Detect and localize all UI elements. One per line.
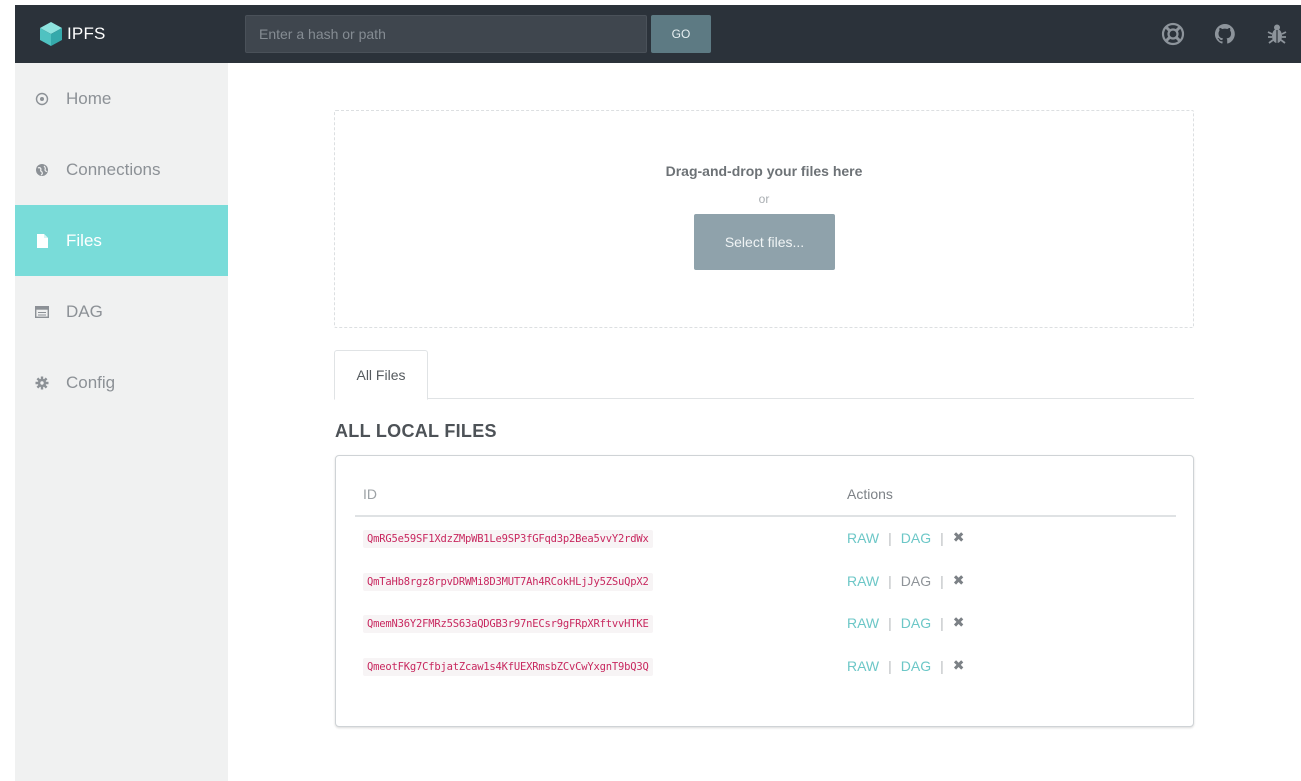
file-hash[interactable]: QmTaHb8rgz8rpvDRWMi8D3MUT7Ah4RCokHLjJy5Z… bbox=[363, 573, 653, 591]
delete-icon[interactable]: ✖ bbox=[953, 614, 965, 631]
brand-name: IPFS bbox=[67, 24, 106, 43]
gear-icon bbox=[34, 375, 50, 391]
raw-link[interactable]: RAW bbox=[847, 573, 879, 589]
sidebar: Home Connections Files DAG Config bbox=[15, 63, 228, 781]
files-tabs: All Files bbox=[334, 350, 1194, 400]
select-files-button[interactable]: Select files... bbox=[694, 214, 835, 270]
separator: | bbox=[888, 657, 892, 674]
separator: | bbox=[940, 657, 944, 674]
raw-link[interactable]: RAW bbox=[847, 530, 879, 546]
table-row: QmRG5e59SF1XdzZMpWB1Le9SP3fGFqd3p2Bea5vv… bbox=[355, 518, 1176, 560]
sidebar-item-label: DAG bbox=[66, 301, 103, 321]
ipfs-cube-icon bbox=[40, 22, 62, 46]
row-actions: RAW | DAG | ✖ bbox=[847, 529, 965, 546]
globe-icon bbox=[34, 162, 50, 178]
sidebar-item-label: Connections bbox=[66, 159, 161, 179]
separator: | bbox=[940, 529, 944, 546]
sidebar-item-label: Config bbox=[66, 372, 116, 392]
sidebar-item-dag[interactable]: DAG bbox=[15, 276, 228, 347]
dag-link[interactable]: DAG bbox=[901, 530, 931, 546]
lifebuoy-icon[interactable] bbox=[1153, 14, 1193, 54]
file-hash[interactable]: QmRG5e59SF1XdzZMpWB1Le9SP3fGFqd3p2Bea5vv… bbox=[363, 530, 653, 548]
table-row: QmTaHb8rgz8rpvDRWMi8D3MUT7Ah4RCokHLjJy5Z… bbox=[355, 561, 1176, 603]
files-table: ID Actions QmRG5e59SF1XdzZMpWB1Le9SP3fGF… bbox=[335, 455, 1194, 727]
row-actions: RAW | DAG | ✖ bbox=[847, 614, 965, 631]
bug-icon[interactable] bbox=[1257, 14, 1297, 54]
top-icons bbox=[1140, 5, 1301, 63]
separator: | bbox=[940, 572, 944, 589]
column-header-id: ID bbox=[363, 486, 377, 502]
go-button[interactable]: GO bbox=[651, 15, 711, 53]
delete-icon[interactable]: ✖ bbox=[953, 529, 965, 546]
row-actions: RAW | DAG | ✖ bbox=[847, 572, 965, 589]
dag-link[interactable]: DAG bbox=[901, 573, 931, 589]
search-input[interactable] bbox=[245, 15, 647, 53]
github-icon[interactable] bbox=[1205, 14, 1245, 54]
delete-icon[interactable]: ✖ bbox=[953, 572, 965, 589]
tab-all-files[interactable]: All Files bbox=[334, 350, 428, 400]
header-divider bbox=[355, 515, 1176, 517]
table-row: QmemN36Y2FMRz5S63aQDGB3r97nECsr9gFRpXRft… bbox=[355, 603, 1176, 645]
file-hash[interactable]: QmemN36Y2FMRz5S63aQDGB3r97nECsr9gFRpXRft… bbox=[363, 615, 653, 633]
separator: | bbox=[888, 529, 892, 546]
dag-link[interactable]: DAG bbox=[901, 658, 931, 674]
home-circle-icon bbox=[34, 91, 50, 107]
brand-logo[interactable]: IPFS bbox=[37, 5, 106, 63]
file-icon bbox=[34, 233, 50, 249]
file-dropzone[interactable]: Drag-and-drop your files here or Select … bbox=[334, 110, 1194, 328]
sidebar-item-files[interactable]: Files bbox=[15, 205, 228, 276]
delete-icon[interactable]: ✖ bbox=[953, 657, 965, 674]
dropzone-title: Drag-and-drop your files here bbox=[665, 163, 863, 179]
sidebar-item-connections[interactable]: Connections bbox=[15, 134, 228, 205]
file-hash[interactable]: QmeotFKg7CfbjatZcaw1s4KfUEXRmsbZCvCwYxgn… bbox=[363, 658, 653, 676]
sidebar-item-config[interactable]: Config bbox=[15, 347, 228, 418]
section-title: ALL LOCAL FILES bbox=[335, 421, 497, 441]
raw-link[interactable]: RAW bbox=[847, 658, 879, 674]
separator: | bbox=[888, 614, 892, 631]
raw-link[interactable]: RAW bbox=[847, 615, 879, 631]
sidebar-item-home[interactable]: Home bbox=[15, 63, 228, 134]
separator: | bbox=[888, 572, 892, 589]
row-actions: RAW | DAG | ✖ bbox=[847, 657, 965, 674]
sidebar-item-label: Files bbox=[66, 230, 102, 250]
sidebar-item-label: Home bbox=[66, 88, 112, 108]
column-header-actions: Actions bbox=[847, 486, 893, 502]
dag-link[interactable]: DAG bbox=[901, 615, 931, 631]
top-bar: IPFS GO bbox=[15, 5, 1301, 63]
separator: | bbox=[940, 614, 944, 631]
table-row: QmeotFKg7CfbjatZcaw1s4KfUEXRmsbZCvCwYxgn… bbox=[355, 646, 1176, 688]
window-icon bbox=[34, 304, 50, 320]
dropzone-or-text: or bbox=[758, 192, 770, 206]
